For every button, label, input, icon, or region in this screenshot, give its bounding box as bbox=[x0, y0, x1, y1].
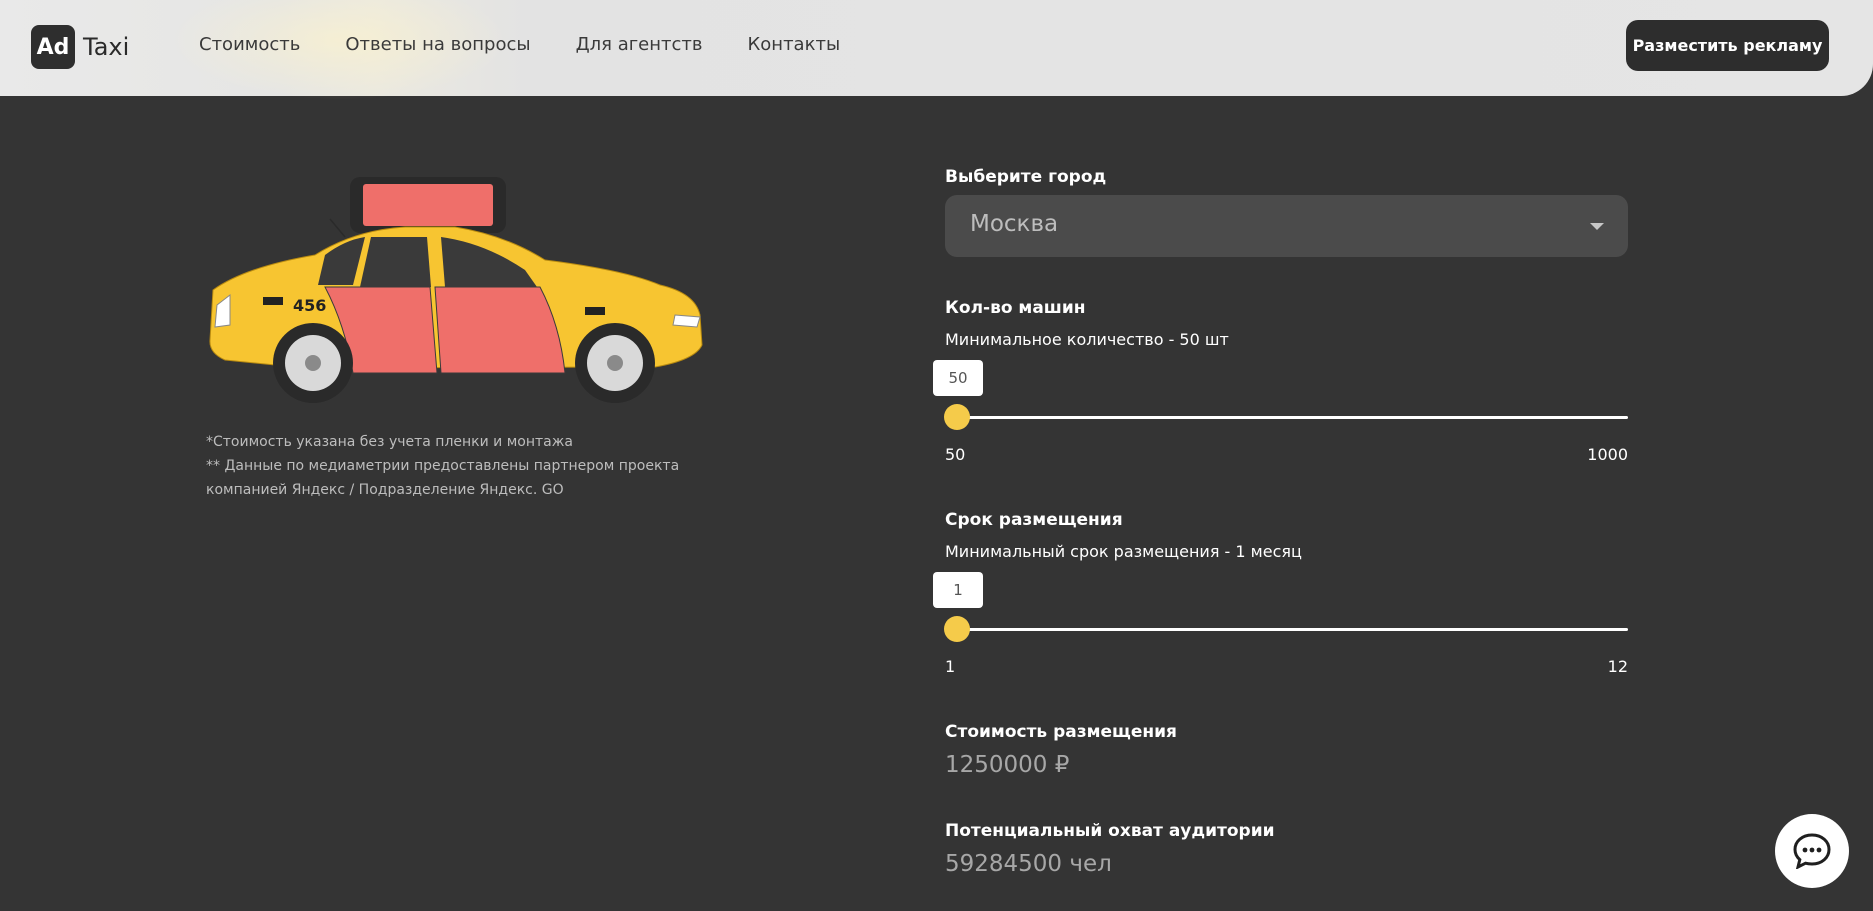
term-slider-thumb[interactable] bbox=[944, 616, 970, 642]
term-value-bubble: 1 bbox=[933, 572, 983, 608]
roof-ad-panel bbox=[363, 184, 493, 226]
cars-value-bubble: 50 bbox=[933, 360, 983, 396]
cars-label: Кол-во машин bbox=[945, 298, 1086, 318]
reach-value: 59284500 чел bbox=[945, 851, 1112, 877]
logo-text: Taxi bbox=[83, 33, 130, 61]
note-line: компанией Яндекс / Подразделение Яндекс.… bbox=[206, 482, 564, 498]
cost-value: 1250000 ₽ bbox=[945, 752, 1070, 778]
nav-link-agencies[interactable]: Для агентств bbox=[576, 34, 703, 55]
city-select-value: Москва bbox=[970, 211, 1059, 237]
term-label: Срок размещения bbox=[945, 510, 1123, 530]
term-max: 12 bbox=[1607, 657, 1628, 676]
chat-icon bbox=[1793, 833, 1831, 869]
main-nav: Стоимость Ответы на вопросы Для агентств… bbox=[199, 34, 885, 55]
cars-min: 50 bbox=[945, 445, 966, 464]
taxi-car-illustration: 456 bbox=[209, 177, 703, 403]
cars-slider-track[interactable] bbox=[945, 416, 1628, 419]
cars-hint: Минимальное количество - 50 шт bbox=[945, 330, 1229, 349]
note-line: *Стоимость указана без учета пленки и мо… bbox=[206, 434, 573, 450]
city-select[interactable]: Москва bbox=[945, 195, 1628, 257]
disclaimer-notes: *Стоимость указана без учета пленки и мо… bbox=[206, 430, 679, 502]
note-line: ** Данные по медиаметрии предоставлены п… bbox=[206, 458, 680, 474]
reach-label: Потенциальный охват аудитории bbox=[945, 821, 1275, 841]
cars-slider-thumb[interactable] bbox=[944, 404, 970, 430]
chat-button[interactable] bbox=[1775, 814, 1849, 888]
nav-link-price[interactable]: Стоимость bbox=[199, 34, 300, 55]
nav-link-faq[interactable]: Ответы на вопросы bbox=[345, 34, 530, 55]
logo[interactable]: Ad Taxi bbox=[31, 25, 129, 69]
term-slider-track[interactable] bbox=[945, 628, 1628, 631]
term-hint: Минимальный срок размещения - 1 месяц bbox=[945, 542, 1302, 561]
city-label: Выберите город bbox=[945, 167, 1107, 187]
logo-mark: Ad bbox=[31, 25, 75, 69]
chevron-down-icon bbox=[1590, 223, 1604, 230]
site-header: Ad Taxi Стоимость Ответы на вопросы Для … bbox=[0, 0, 1873, 100]
place-ad-button[interactable]: Разместить рекламу bbox=[1626, 20, 1829, 71]
term-min: 1 bbox=[945, 657, 956, 676]
cost-label: Стоимость размещения bbox=[945, 722, 1177, 742]
cars-max: 1000 bbox=[1587, 445, 1628, 464]
nav-link-contacts[interactable]: Контакты bbox=[748, 34, 841, 55]
car-number: 456 bbox=[293, 296, 326, 315]
